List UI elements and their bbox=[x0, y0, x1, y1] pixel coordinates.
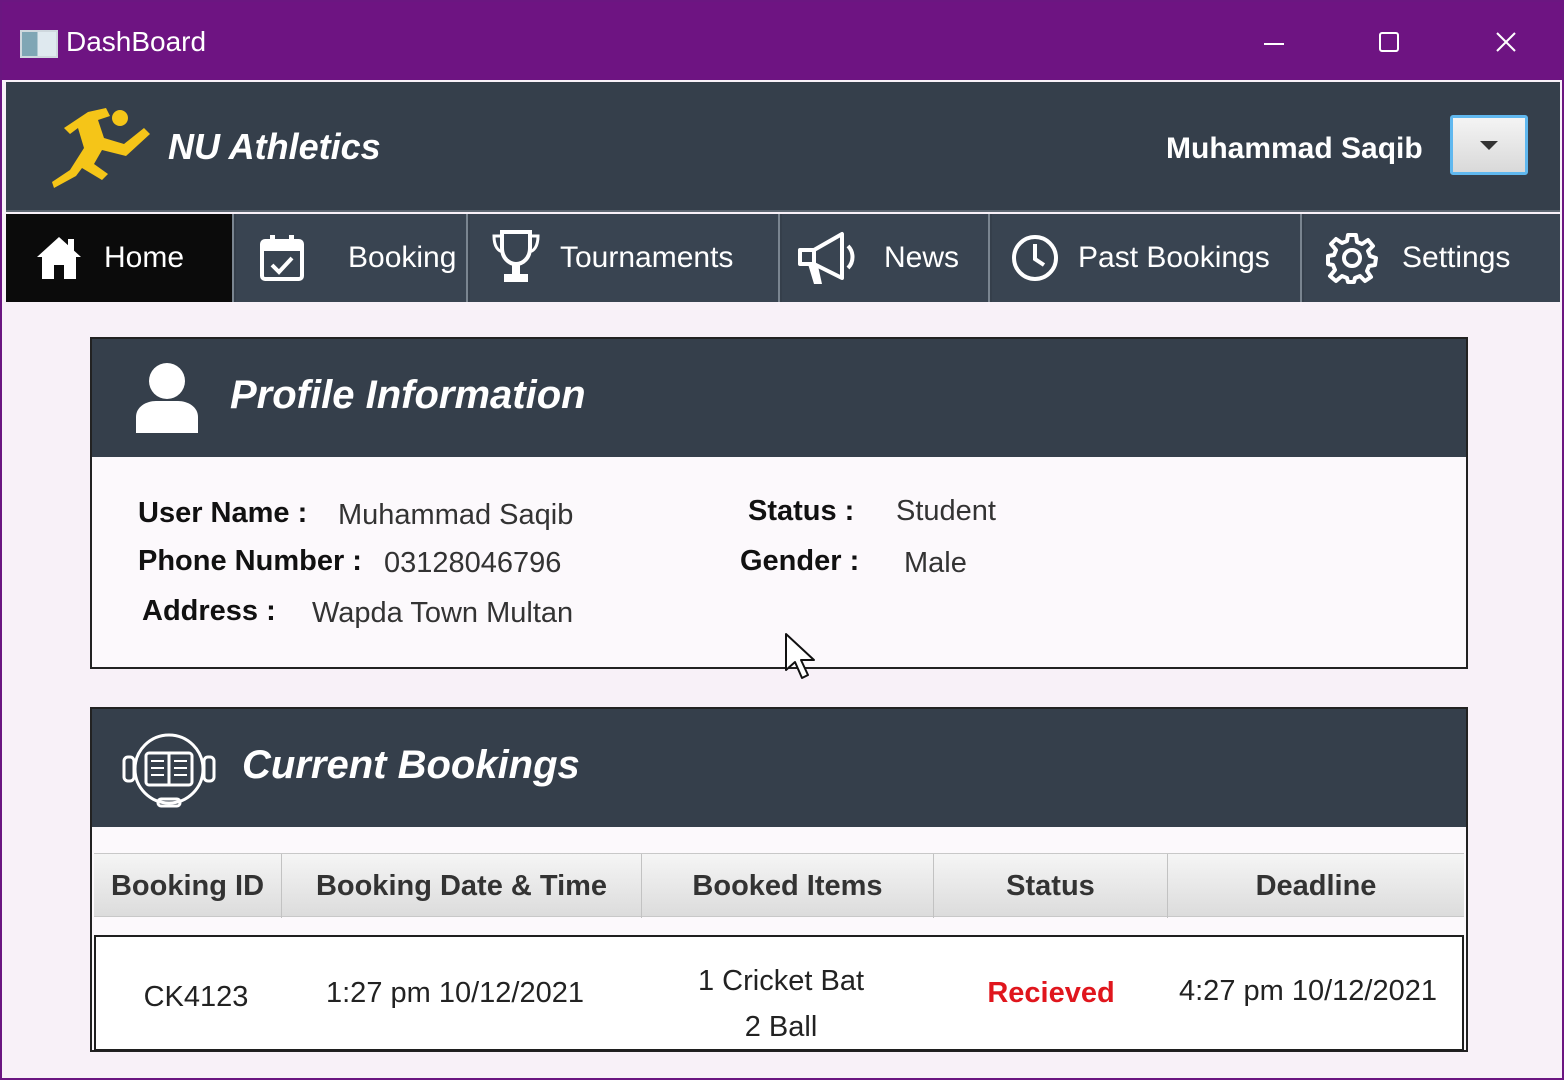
gear-icon bbox=[1326, 233, 1378, 284]
tab-past-bookings[interactable]: Past Bookings bbox=[992, 214, 1302, 302]
app-header: NU Athletics Muhammad Saqib bbox=[6, 82, 1560, 212]
trophy-icon bbox=[492, 230, 540, 282]
phone-value: 03128046796 bbox=[384, 547, 562, 579]
booking-status-cell: Recieved bbox=[987, 977, 1115, 1009]
tab-news[interactable]: News bbox=[782, 214, 990, 302]
chevron-down-icon bbox=[1480, 140, 1498, 150]
bookings-header: Current Bookings bbox=[92, 709, 1466, 827]
book-headset-icon bbox=[122, 733, 216, 808]
dashboard-window: DashBoard NU Athletics Muhammad Saqib Ho… bbox=[0, 0, 1564, 1080]
table-header: Booking ID Booking Date & Time Booked It… bbox=[94, 853, 1464, 918]
clock-icon bbox=[1012, 235, 1058, 281]
user-name-label: User Name : bbox=[138, 497, 308, 529]
user-icon bbox=[136, 363, 198, 433]
tab-label: Booking bbox=[348, 241, 457, 274]
column-header[interactable]: Booking Date & Time bbox=[282, 854, 642, 918]
tab-label: Home bbox=[104, 241, 185, 274]
column-header[interactable]: Status bbox=[934, 854, 1168, 918]
tab-booking[interactable]: Booking bbox=[236, 214, 468, 302]
tab-label: Past Bookings bbox=[1078, 241, 1270, 274]
maximize-button[interactable] bbox=[1359, 22, 1419, 62]
profile-title: Profile Information bbox=[230, 373, 586, 417]
bookings-title: Current Bookings bbox=[242, 743, 580, 787]
phone-label: Phone Number : bbox=[138, 545, 362, 577]
main-nav: Home Booking Tournaments News Past Booki… bbox=[6, 214, 1560, 302]
tab-label: News bbox=[884, 241, 960, 274]
booking-deadline-cell: 4:27 pm 10/12/2021 bbox=[1179, 975, 1437, 1007]
status-label: Status : bbox=[748, 495, 855, 527]
table-row[interactable]: CK4123 1:27 pm 10/12/2021 1 Cricket Bat … bbox=[94, 935, 1464, 1051]
profile-header: Profile Information bbox=[92, 339, 1466, 457]
current-bookings-panel: Current Bookings Booking ID Booking Date… bbox=[90, 707, 1468, 1052]
column-header[interactable]: Booked Items bbox=[642, 854, 934, 918]
address-value: Wapda Town Multan bbox=[312, 597, 574, 629]
column-header[interactable]: Deadline bbox=[1168, 854, 1464, 918]
address-label: Address : bbox=[142, 595, 276, 627]
app-icon bbox=[20, 30, 58, 58]
user-name-value: Muhammad Saqib bbox=[338, 499, 574, 531]
brand-name: NU Athletics bbox=[168, 126, 381, 167]
close-button[interactable] bbox=[1476, 22, 1536, 62]
gender-label: Gender : bbox=[740, 545, 860, 577]
runner-icon bbox=[52, 108, 150, 188]
booked-item: 1 Cricket Bat bbox=[698, 965, 864, 997]
tab-label: Settings bbox=[1402, 241, 1511, 274]
booked-item: 2 Ball bbox=[744, 1011, 818, 1043]
column-header[interactable]: Booking ID bbox=[94, 854, 282, 918]
booking-id-cell: CK4123 bbox=[143, 981, 249, 1013]
user-menu-dropdown[interactable] bbox=[1450, 115, 1528, 175]
title-bar: DashBoard bbox=[2, 2, 1562, 80]
tab-settings[interactable]: Settings bbox=[1304, 214, 1560, 302]
maximize-icon bbox=[1379, 32, 1399, 52]
mouse-cursor-icon bbox=[785, 633, 815, 679]
close-icon bbox=[1496, 32, 1516, 52]
home-icon bbox=[37, 237, 81, 279]
status-value: Student bbox=[896, 495, 996, 527]
minimize-icon bbox=[1264, 43, 1284, 45]
calendar-check-icon bbox=[260, 235, 304, 281]
header-user-name: Muhammad Saqib bbox=[1166, 132, 1423, 165]
tab-home[interactable]: Home bbox=[6, 214, 234, 302]
minimize-button[interactable] bbox=[1244, 22, 1304, 62]
booking-datetime-cell: 1:27 pm 10/12/2021 bbox=[326, 977, 584, 1009]
tab-label: Tournaments bbox=[560, 241, 734, 274]
window-title: DashBoard bbox=[66, 26, 207, 57]
tab-tournaments[interactable]: Tournaments bbox=[470, 214, 780, 302]
megaphone-icon bbox=[798, 232, 855, 284]
gender-value: Male bbox=[904, 547, 967, 579]
profile-panel: Profile Information User Name : Muhammad… bbox=[90, 337, 1468, 669]
